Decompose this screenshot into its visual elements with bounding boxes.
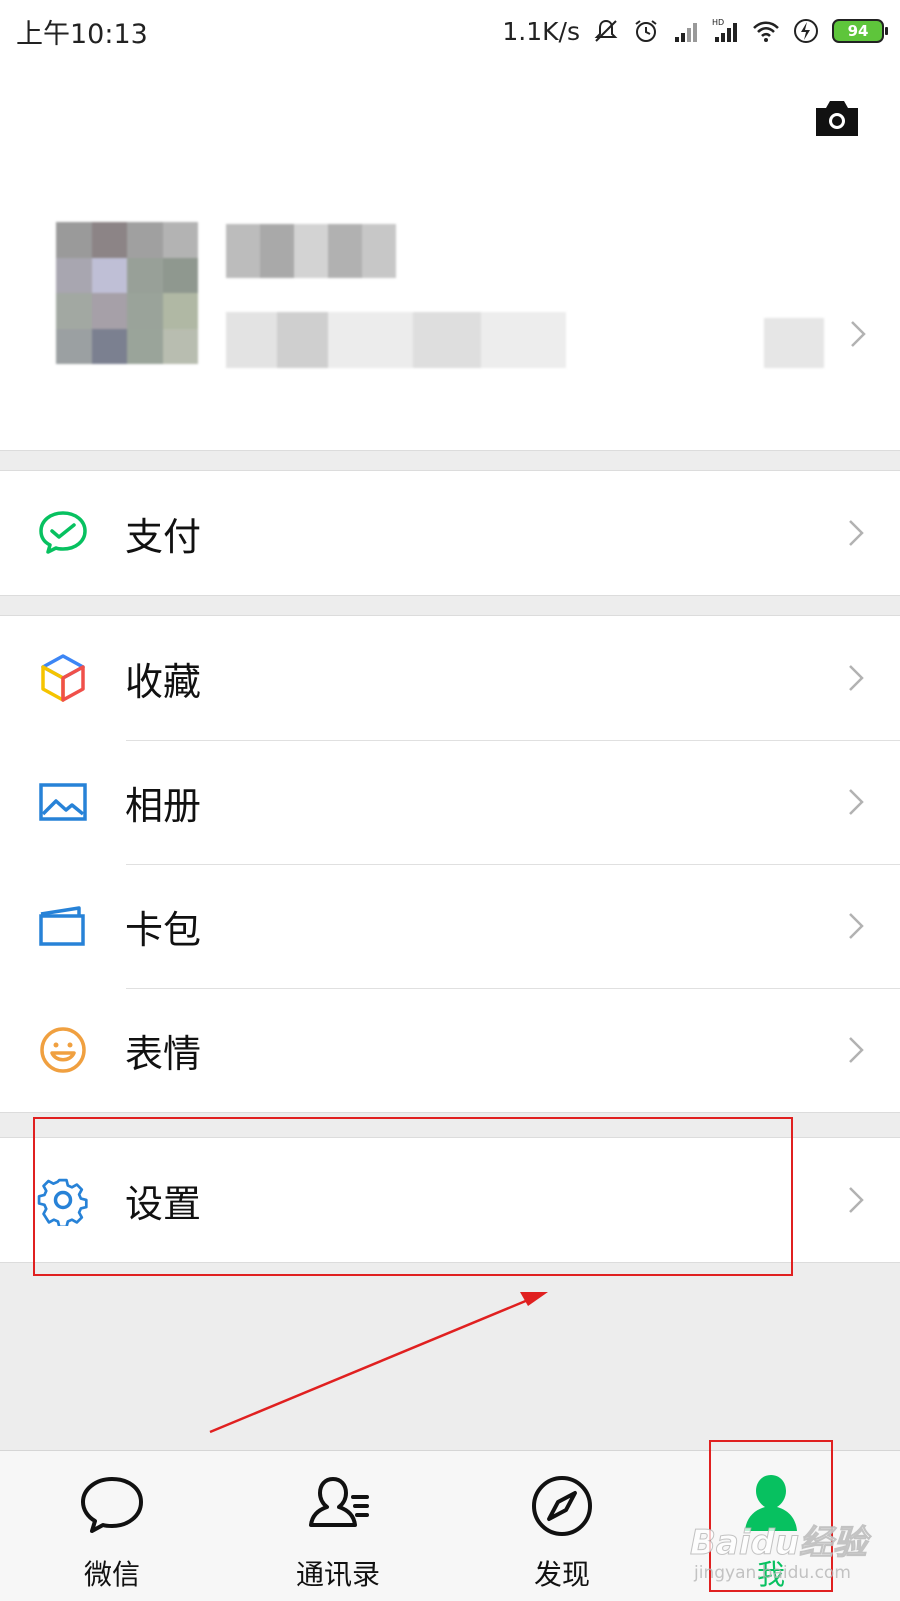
menu-item-label: 设置 [125, 1181, 202, 1226]
settings-gear-icon [37, 1178, 88, 1226]
chevron-right-icon [849, 789, 864, 815]
wifi-icon [753, 21, 779, 42]
menu-item-favorites[interactable]: 收藏 [0, 616, 900, 740]
tab-label: 发现 [533, 1558, 590, 1591]
me-person-icon [745, 1475, 797, 1531]
chevron-right-icon [851, 321, 866, 347]
status-bar: 上午10:13 1.1K/s HD 94 [0, 0, 900, 62]
network-speed: 1.1K/s [502, 16, 580, 46]
chevron-right-icon [849, 520, 864, 546]
contacts-icon [309, 1477, 369, 1527]
tab-me[interactable]: 我 [681, 1451, 861, 1601]
tab-discover[interactable]: 发现 [472, 1451, 652, 1601]
tab-label: 通讯录 [295, 1558, 380, 1591]
menu-item-card-wallet[interactable]: 卡包 [0, 864, 900, 988]
menu-item-label: 表情 [125, 1031, 202, 1076]
sticker-smile-icon [40, 1027, 86, 1073]
card-wallet-icon [39, 906, 85, 946]
chevron-right-icon [849, 665, 864, 691]
camera-icon[interactable] [814, 98, 860, 138]
menu-group-pay: 支付 [0, 470, 900, 596]
profile-name-blurred [226, 224, 396, 278]
chevron-right-icon [849, 913, 864, 939]
status-time: 上午10:13 [16, 18, 148, 50]
alarm-icon [635, 20, 657, 42]
tab-contacts[interactable]: 通讯录 [248, 1451, 428, 1601]
status-icons: 1.1K/s HD 94 [502, 16, 888, 46]
tab-label: 我 [756, 1558, 785, 1591]
menu-item-pay[interactable]: 支付 [0, 471, 900, 595]
menu-item-label: 相册 [125, 783, 202, 828]
menu-item-stickers[interactable]: 表情 [0, 988, 900, 1112]
tab-label: 微信 [83, 1558, 140, 1591]
menu-item-album[interactable]: 相册 [0, 740, 900, 864]
discover-compass-icon [532, 1476, 592, 1536]
bottom-tab-bar: 微信 通讯录 发现 我 [0, 1450, 900, 1601]
chevron-right-icon [849, 1187, 864, 1213]
chevron-right-icon [849, 1037, 864, 1063]
charging-icon [794, 19, 818, 43]
mute-icon [594, 19, 618, 42]
menu-item-label: 收藏 [125, 659, 202, 704]
menu-item-label: 支付 [125, 514, 202, 559]
menu-item-settings[interactable]: 设置 [0, 1138, 900, 1262]
signal-icon [675, 23, 697, 42]
profile-header[interactable] [0, 62, 900, 451]
menu-group-content: 收藏 相册 卡包 表情 [0, 615, 900, 1113]
menu-group-settings: 设置 [0, 1137, 900, 1263]
chat-bubble-icon [81, 1477, 143, 1533]
favorites-cube-icon [41, 654, 85, 702]
battery-icon: 94 [832, 19, 888, 43]
svg-text:HD: HD [712, 18, 724, 27]
album-icon [39, 783, 87, 821]
hd-signal-icon: HD [712, 18, 737, 42]
menu-item-label: 卡包 [125, 907, 202, 952]
tab-chats[interactable]: 微信 [22, 1451, 202, 1601]
profile-id-blurred [226, 312, 566, 368]
wechat-pay-icon [39, 511, 87, 554]
qr-code-icon[interactable] [764, 318, 824, 368]
avatar[interactable] [56, 222, 198, 364]
